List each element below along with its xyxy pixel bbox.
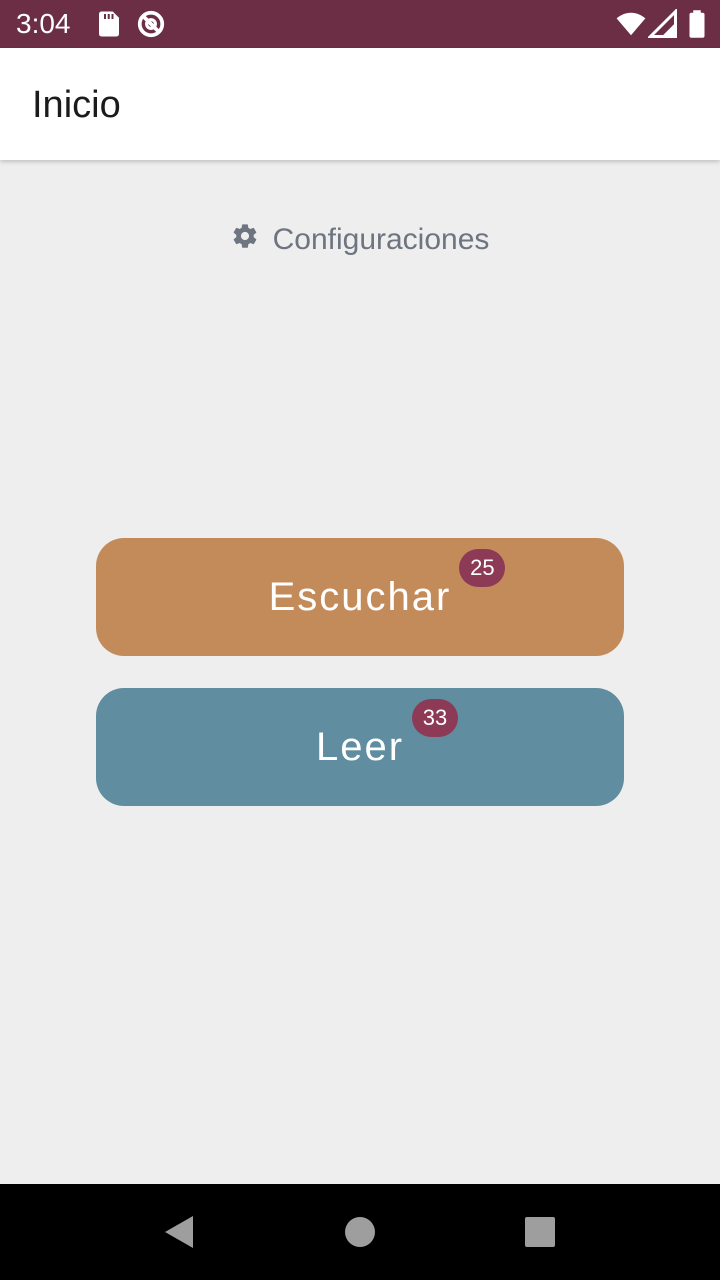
- page-title: Inicio: [32, 84, 121, 126]
- listen-count-badge: 25: [459, 548, 506, 587]
- read-count-badge: 33: [412, 698, 459, 737]
- read-button[interactable]: Leer 33: [96, 688, 624, 806]
- battery-icon: [682, 9, 712, 39]
- settings-link[interactable]: Configuraciones: [0, 218, 720, 262]
- home-icon[interactable]: [340, 1212, 380, 1252]
- sd-card-icon: [94, 9, 124, 39]
- no-sync-icon: [136, 9, 166, 39]
- listen-button-label: Escuchar: [268, 574, 452, 619]
- status-bar: 3:04: [0, 0, 720, 48]
- back-icon[interactable]: [160, 1212, 200, 1252]
- listen-button[interactable]: Escuchar 25: [96, 538, 624, 656]
- settings-label: Configuraciones: [272, 223, 490, 256]
- read-button-label: Leer: [315, 724, 405, 769]
- status-time: 3:04: [16, 8, 71, 39]
- gear-icon: [231, 222, 259, 258]
- recents-icon[interactable]: [520, 1212, 560, 1252]
- navigation-bar: [0, 1184, 720, 1280]
- app-bar: Inicio: [0, 48, 720, 160]
- wifi-icon: [616, 9, 646, 39]
- signal-icon: [646, 7, 678, 39]
